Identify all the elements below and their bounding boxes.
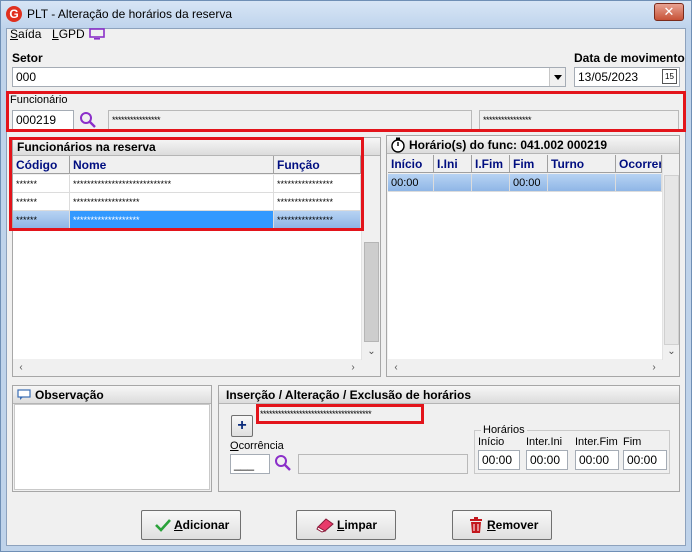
menu-saida-label: aída <box>18 27 42 41</box>
funcionarios-horizontal-scrollbar[interactable]: ‹ › <box>13 360 361 376</box>
limpar-label: Limpar <box>337 518 378 532</box>
scroll-left-icon[interactable]: ‹ <box>388 360 404 376</box>
monitor-icon[interactable] <box>89 28 105 41</box>
cell-inicio: 00:00 <box>388 174 434 192</box>
menu-saida-mnemonic: S <box>10 27 19 41</box>
horarios-grid-header: Início I.Ini I.Fim Fim Turno Ocorrer <box>388 155 662 173</box>
window-title: PLT - Alteração de horários da reserva <box>27 7 232 21</box>
menu-lgpd-mnemonic: L <box>52 27 59 41</box>
add-horario-button[interactable]: + <box>231 415 253 437</box>
inicio-input[interactable]: 00:00 <box>478 450 520 470</box>
app-logo-icon: G <box>6 6 22 22</box>
cell-fim: 00:00 <box>510 174 548 192</box>
cell-i-ini <box>434 174 472 192</box>
close-button[interactable]: ✕ <box>654 3 684 21</box>
observacao-title: Observação <box>13 386 211 404</box>
limpar-button[interactable]: Limpar <box>296 510 396 540</box>
inter-fim-input[interactable]: 00:00 <box>575 450 619 470</box>
scroll-right-icon[interactable]: › <box>345 360 361 376</box>
col-fim[interactable]: Fim <box>510 155 548 173</box>
col-i-ini[interactable]: I.Ini <box>434 155 472 173</box>
inicio-value: 00:00 <box>482 453 513 467</box>
scroll-down-icon[interactable]: ⌄ <box>663 344 680 360</box>
ocorrencia-label: Ocorrência <box>230 440 284 452</box>
observacao-textarea[interactable] <box>14 404 210 490</box>
menu-lgpd[interactable]: LGPD <box>52 27 85 41</box>
col-turno[interactable]: Turno <box>548 155 616 173</box>
ocorrencia-mnemonic: O <box>230 440 239 452</box>
insercao-title: Inserção / Alteração / Exclusão de horár… <box>219 386 679 404</box>
comment-icon <box>17 389 31 401</box>
menu-saida[interactable]: Saída <box>10 27 41 41</box>
remover-button[interactable]: Remover <box>452 510 552 540</box>
setor-label: Setor <box>12 51 43 65</box>
col-i-fim[interactable]: I.Fim <box>472 155 510 173</box>
scroll-right-icon[interactable]: › <box>646 360 662 376</box>
data-movimento-value: 13/05/2023 <box>578 70 639 84</box>
inter-fim-value: 00:00 <box>579 453 610 467</box>
col-ocorrer[interactable]: Ocorrer <box>616 155 662 173</box>
ocorrencia-value: ___ <box>234 457 255 471</box>
calendar-icon[interactable]: 15 <box>662 69 677 84</box>
ocorrencia-label-text: corrência <box>238 440 284 452</box>
ocorrencia-description <box>298 454 468 474</box>
ocorrencia-search-icon[interactable] <box>273 453 293 473</box>
cell-i-fim <box>472 174 510 192</box>
scrollbar-thumb[interactable] <box>364 242 379 342</box>
fim-input[interactable]: 00:00 <box>623 450 667 470</box>
horarios-grid-body: 00:00 00:00 <box>388 174 662 359</box>
funcionarios-highlight-box <box>9 137 364 231</box>
horarios-panel-title: Horário(s) do func: 041.002 000219 <box>387 136 679 154</box>
scrollbar-track[interactable] <box>664 175 679 345</box>
fim-label: Fim <box>623 436 642 448</box>
funcionario-highlight-box <box>6 91 686 132</box>
adicionar-button[interactable]: Adicionar <box>141 510 241 540</box>
horarios-group-label: Horários <box>481 424 527 436</box>
scroll-left-icon[interactable]: ‹ <box>13 360 29 376</box>
stopwatch-icon <box>390 137 406 153</box>
inicio-label: Início <box>478 436 505 448</box>
inter-ini-input[interactable]: 00:00 <box>526 450 568 470</box>
inter-ini-label: Inter.Ini <box>526 436 563 448</box>
inter-fim-label: Inter.Fim <box>575 436 618 448</box>
data-movimento-label: Data de movimento <box>574 51 685 65</box>
eraser-icon <box>315 517 335 536</box>
horarios-vertical-scrollbar[interactable]: ⌄ <box>662 155 679 360</box>
cell-ocorrer <box>616 174 662 192</box>
setor-select[interactable]: 000 <box>12 67 566 87</box>
insercao-highlight-box <box>256 404 424 424</box>
table-row-selected[interactable]: 00:00 00:00 <box>388 174 662 192</box>
trash-icon <box>469 517 483 537</box>
cell-turno <box>548 174 616 192</box>
setor-value: 000 <box>16 70 37 84</box>
scroll-down-icon[interactable]: ⌄ <box>362 344 381 360</box>
check-icon <box>154 517 172 536</box>
horarios-horizontal-scrollbar[interactable]: ‹ › <box>388 360 662 376</box>
adicionar-label: Adicionar <box>174 518 230 532</box>
ocorrencia-input[interactable]: ___ <box>230 454 270 474</box>
menu-lgpd-label: GPD <box>58 27 85 41</box>
remover-label: Remover <box>487 518 539 532</box>
fim-value: 00:00 <box>627 453 658 467</box>
setor-dropdown-icon[interactable] <box>549 68 565 86</box>
inter-ini-value: 00:00 <box>530 453 561 467</box>
col-inicio[interactable]: Início <box>388 155 434 173</box>
